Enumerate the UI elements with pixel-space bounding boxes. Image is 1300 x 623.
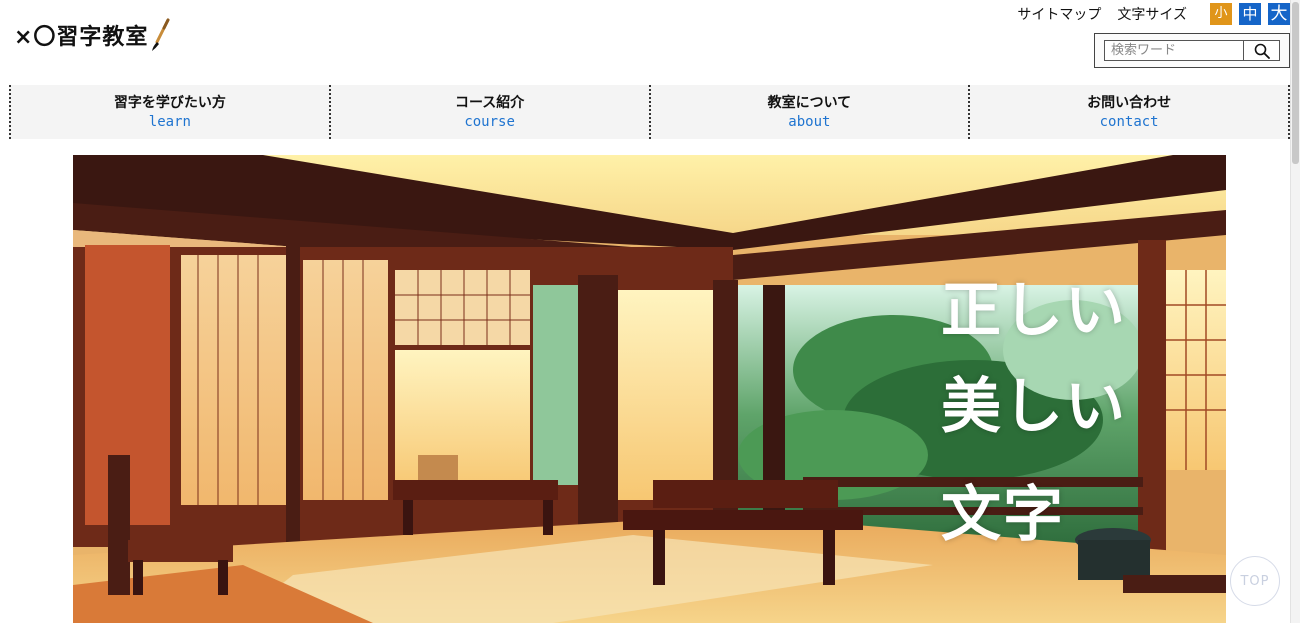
search-icon: [1254, 43, 1270, 59]
utility-links: サイトマップ 文字サイズ 小 中 大: [1017, 3, 1290, 25]
font-size-small-button[interactable]: 小: [1210, 3, 1232, 25]
nav-item-course[interactable]: コース紹介 course: [331, 85, 651, 139]
site-logo[interactable]: ×〇習字教室: [14, 18, 172, 52]
font-size-medium-button[interactable]: 中: [1239, 3, 1261, 25]
page-scrollbar[interactable]: [1290, 0, 1300, 623]
nav-item-label: 教室について: [767, 94, 852, 111]
hero-copy-line: 正しい: [941, 276, 1127, 346]
nav-item-about[interactable]: 教室について about: [651, 85, 971, 139]
search-field-wrapper: [1104, 40, 1280, 61]
hero-image: 正しい 美しい 文字: [73, 155, 1226, 623]
logo-text: ×〇習字教室: [14, 25, 149, 50]
site-map-link[interactable]: サイトマップ: [1017, 4, 1101, 24]
nav-item-label: コース紹介: [454, 94, 525, 111]
hero-copy-line: 美しい: [941, 372, 1127, 442]
nav-item-learn[interactable]: 習字を学びたい方 learn: [11, 85, 331, 139]
back-to-top-button[interactable]: TOP: [1230, 556, 1280, 606]
brush-icon: [152, 18, 170, 51]
global-nav: 習字を学びたい方 learn コース紹介 course 教室について about…: [9, 85, 1290, 139]
nav-item-contact[interactable]: お問い合わせ contact: [970, 85, 1288, 139]
nav-item-sublabel: course: [464, 113, 515, 130]
site-header: ×〇習字教室 サイトマップ 文字サイズ 小 中 大: [0, 0, 1300, 84]
scrollbar-thumb[interactable]: [1292, 2, 1299, 164]
nav-item-sublabel: contact: [1099, 113, 1159, 130]
search-button[interactable]: [1243, 41, 1279, 60]
nav-item-sublabel: learn: [148, 113, 191, 130]
nav-item-sublabel: about: [788, 113, 831, 130]
hero-catchcopy: 正しい 美しい 文字: [941, 263, 1127, 563]
font-size-large-button[interactable]: 大: [1268, 3, 1290, 25]
nav-item-label: 習字を学びたい方: [113, 94, 226, 111]
hero-copy-line: 文字: [941, 480, 1065, 550]
search-form: [1094, 33, 1290, 68]
font-size-label: 文字サイズ: [1117, 7, 1187, 23]
search-input[interactable]: [1105, 41, 1243, 60]
nav-item-label: お問い合わせ: [1087, 94, 1172, 111]
